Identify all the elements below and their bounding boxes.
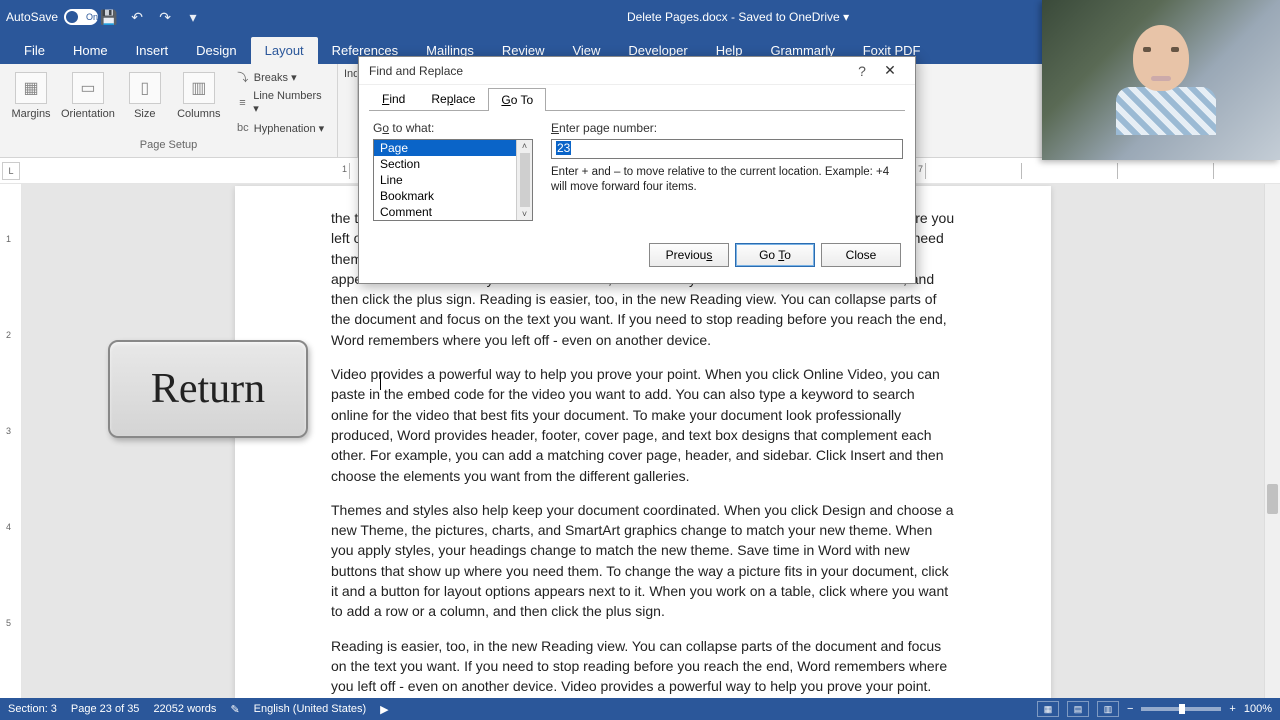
status-section[interactable]: Section: 3 xyxy=(8,703,57,715)
group-label-page-setup: Page Setup xyxy=(6,137,331,153)
line-numbers-icon: ≡ xyxy=(236,96,249,110)
text-cursor xyxy=(380,372,381,390)
tab-file[interactable]: File xyxy=(10,37,59,64)
size-icon: ▯ xyxy=(129,72,161,104)
dialog-tab-goto[interactable]: Go To xyxy=(488,88,546,111)
enter-page-label: Enter page number: xyxy=(551,121,903,135)
goto-what-listbox[interactable]: Page Section Line Bookmark Comment Footn… xyxy=(373,139,533,221)
group-page-setup: ▦ Margins ▭ Orientation ▯ Size ▥ Columns… xyxy=(0,64,338,157)
autosave-label: AutoSave xyxy=(6,10,58,24)
orientation-icon: ▭ xyxy=(72,72,104,104)
previous-button[interactable]: Previous xyxy=(649,243,729,267)
help-icon[interactable]: ? xyxy=(849,63,875,79)
presenter-figure xyxy=(1116,25,1206,135)
tab-home[interactable]: Home xyxy=(59,37,122,64)
zoom-level[interactable]: 100% xyxy=(1244,703,1272,715)
status-language[interactable]: English (United States) xyxy=(254,703,367,715)
orientation-button[interactable]: ▭ Orientation xyxy=(60,68,116,124)
body-paragraph[interactable]: Themes and styles also help keep your do… xyxy=(331,500,955,622)
autosave-toggle[interactable]: AutoSave On xyxy=(6,9,84,25)
status-bar: Section: 3 Page 23 of 35 22052 words ✎ E… xyxy=(0,698,1280,720)
list-item[interactable]: Page xyxy=(374,140,532,156)
scroll-down-icon[interactable]: ˅ xyxy=(522,208,527,220)
autosave-state: On xyxy=(86,12,98,22)
qat-customize-icon[interactable]: ▾ xyxy=(184,8,202,26)
scroll-up-icon[interactable]: ˄ xyxy=(522,140,527,152)
save-icon[interactable]: 💾 xyxy=(100,8,118,26)
scrollbar-thumb[interactable] xyxy=(1267,484,1278,514)
margins-button[interactable]: ▦ Margins xyxy=(6,68,56,124)
columns-icon: ▥ xyxy=(183,72,215,104)
zoom-slider[interactable] xyxy=(1141,707,1221,711)
tab-selector[interactable]: L xyxy=(2,162,20,180)
margins-icon: ▦ xyxy=(15,72,47,104)
goto-button[interactable]: Go To xyxy=(735,243,815,267)
size-button[interactable]: ▯ Size xyxy=(120,68,170,124)
listbox-scrollbar[interactable]: ˄ ˅ xyxy=(516,140,532,220)
tab-layout[interactable]: Layout xyxy=(251,37,318,64)
list-item[interactable]: Footnote xyxy=(374,220,532,221)
undo-icon[interactable]: ↶ xyxy=(128,8,146,26)
list-item[interactable]: Section xyxy=(374,156,532,172)
vertical-scrollbar[interactable] xyxy=(1264,184,1280,698)
tab-design[interactable]: Design xyxy=(182,37,250,64)
find-replace-dialog: Find and Replace ? ✕ Find Replace Go To … xyxy=(358,56,916,284)
tab-insert[interactable]: Insert xyxy=(122,37,183,64)
status-page[interactable]: Page 23 of 35 xyxy=(71,703,140,715)
hyphenation-button[interactable]: bcHyphenation ▾ xyxy=(232,119,331,137)
dialog-titlebar[interactable]: Find and Replace ? ✕ xyxy=(359,57,915,85)
webcam-overlay xyxy=(1042,0,1280,160)
close-icon[interactable]: ✕ xyxy=(875,62,905,79)
goto-hint: Enter + and – to move relative to the cu… xyxy=(551,165,903,195)
body-paragraph[interactable]: Video provides a powerful way to help yo… xyxy=(331,364,955,486)
scrollbar-thumb[interactable] xyxy=(520,153,530,207)
close-button[interactable]: Close xyxy=(821,243,901,267)
body-paragraph[interactable]: Reading is easier, too, in the new Readi… xyxy=(331,636,955,698)
list-item[interactable]: Comment xyxy=(374,204,532,220)
dialog-tabs: Find Replace Go To xyxy=(359,85,915,110)
columns-button[interactable]: ▥ Columns xyxy=(174,68,224,124)
goto-what-label: Go to what: xyxy=(373,121,533,135)
list-item[interactable]: Line xyxy=(374,172,532,188)
return-key-graphic: Return xyxy=(108,340,308,438)
macro-icon[interactable]: ▶ xyxy=(380,703,388,716)
zoom-in-button[interactable]: + xyxy=(1229,703,1235,715)
list-item[interactable]: Bookmark xyxy=(374,188,532,204)
status-words[interactable]: 22052 words xyxy=(153,703,216,715)
read-mode-icon[interactable]: ▦ xyxy=(1037,701,1059,717)
group-paragraph-partial: Inde xyxy=(338,64,358,157)
spelling-icon[interactable]: ✎ xyxy=(230,703,239,716)
dialog-title: Find and Replace xyxy=(369,64,849,78)
vertical-ruler[interactable]: 1 2 3 4 5 xyxy=(0,184,22,698)
redo-icon[interactable]: ↷ xyxy=(156,8,174,26)
hyphenation-icon: bc xyxy=(236,121,250,135)
breaks-button[interactable]: ⤵Breaks ▾ xyxy=(232,68,331,86)
dialog-tab-replace[interactable]: Replace xyxy=(418,87,488,110)
dialog-tab-find[interactable]: Find xyxy=(369,87,418,110)
zoom-out-button[interactable]: − xyxy=(1127,703,1133,715)
print-layout-icon[interactable]: ▤ xyxy=(1067,701,1089,717)
breaks-icon: ⤵ xyxy=(236,70,250,84)
quick-access-toolbar: 💾 ↶ ↷ ▾ xyxy=(100,8,202,26)
page-number-input[interactable]: 23 xyxy=(551,139,903,159)
line-numbers-button[interactable]: ≡Line Numbers ▾ xyxy=(232,88,331,117)
web-layout-icon[interactable]: ▥ xyxy=(1097,701,1119,717)
